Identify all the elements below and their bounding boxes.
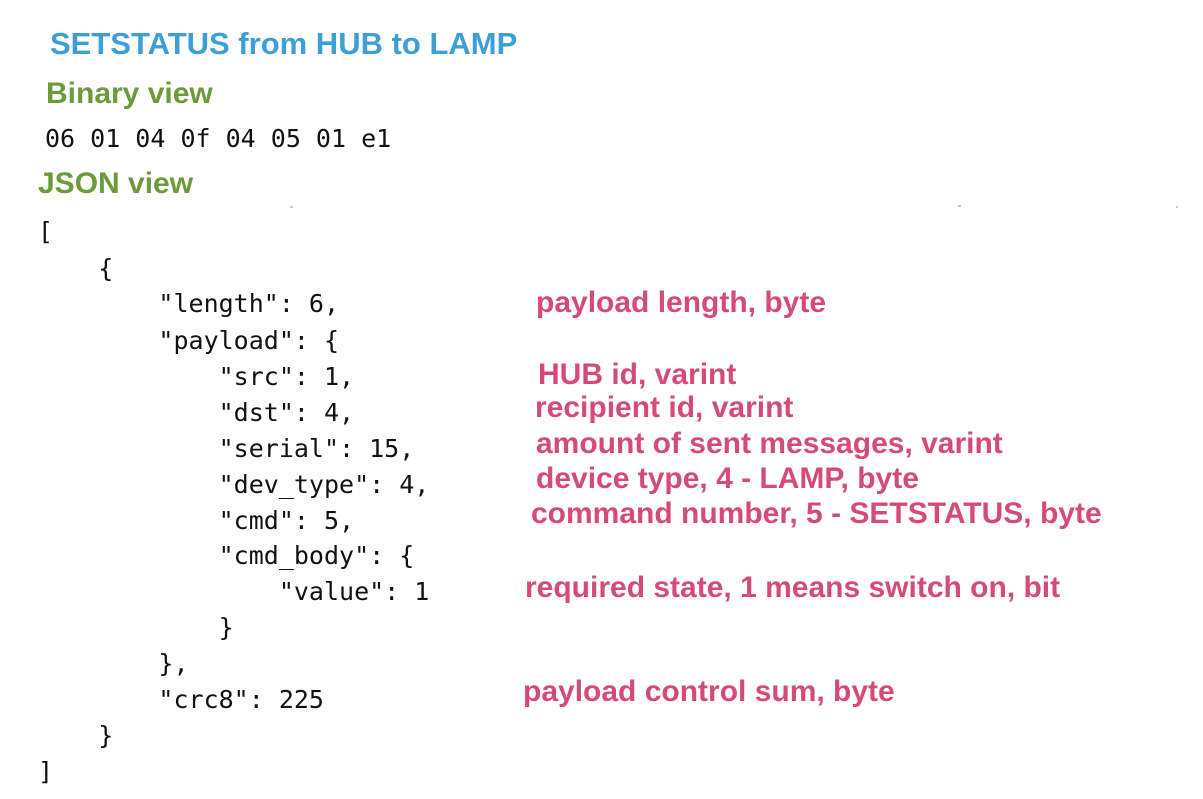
json-line: "src": 1, <box>38 362 355 391</box>
scan-speck <box>958 205 961 207</box>
json-line: } <box>38 613 234 642</box>
json-line: "payload": { <box>38 326 340 355</box>
json-view-heading: JSON view <box>38 167 194 200</box>
annotation-serial: amount of sent messages, varint <box>536 427 1003 460</box>
json-line: [ <box>38 217 54 246</box>
json-line: "crc8": 225 <box>38 685 324 714</box>
json-line: }, <box>38 649 189 678</box>
scan-speck <box>1176 206 1178 208</box>
json-line: "dst": 4, <box>38 398 355 427</box>
json-line: "cmd": 5, <box>38 506 355 535</box>
json-line: "length": 6, <box>38 289 340 318</box>
annotation-src: HUB id, varint <box>538 358 737 391</box>
json-line: ] <box>38 757 54 786</box>
annotation-value: required state, 1 means switch on, bit <box>525 571 1061 604</box>
json-line: { <box>38 254 114 283</box>
annotation-crc8: payload control sum, byte <box>523 675 895 708</box>
annotation-cmd: command number, 5 - SETSTATUS, byte <box>531 497 1102 530</box>
page-title: SETSTATUS from HUB to LAMP <box>50 26 518 61</box>
annotation-dev-type: device type, 4 - LAMP, byte <box>536 462 919 495</box>
json-line: "value": 1 <box>38 577 430 606</box>
json-line: "dev_type": 4, <box>38 470 430 499</box>
binary-view-heading: Binary view <box>46 77 213 110</box>
json-line: "serial": 15, <box>38 434 415 463</box>
annotation-dst: recipient id, varint <box>535 391 794 424</box>
scan-speck <box>290 206 293 208</box>
annotation-length: payload length, byte <box>536 286 827 319</box>
json-line: "cmd_body": { <box>38 541 415 570</box>
json-line: } <box>38 721 114 750</box>
binary-bytes: 06 01 04 0f 04 05 01 e1 <box>45 124 392 153</box>
